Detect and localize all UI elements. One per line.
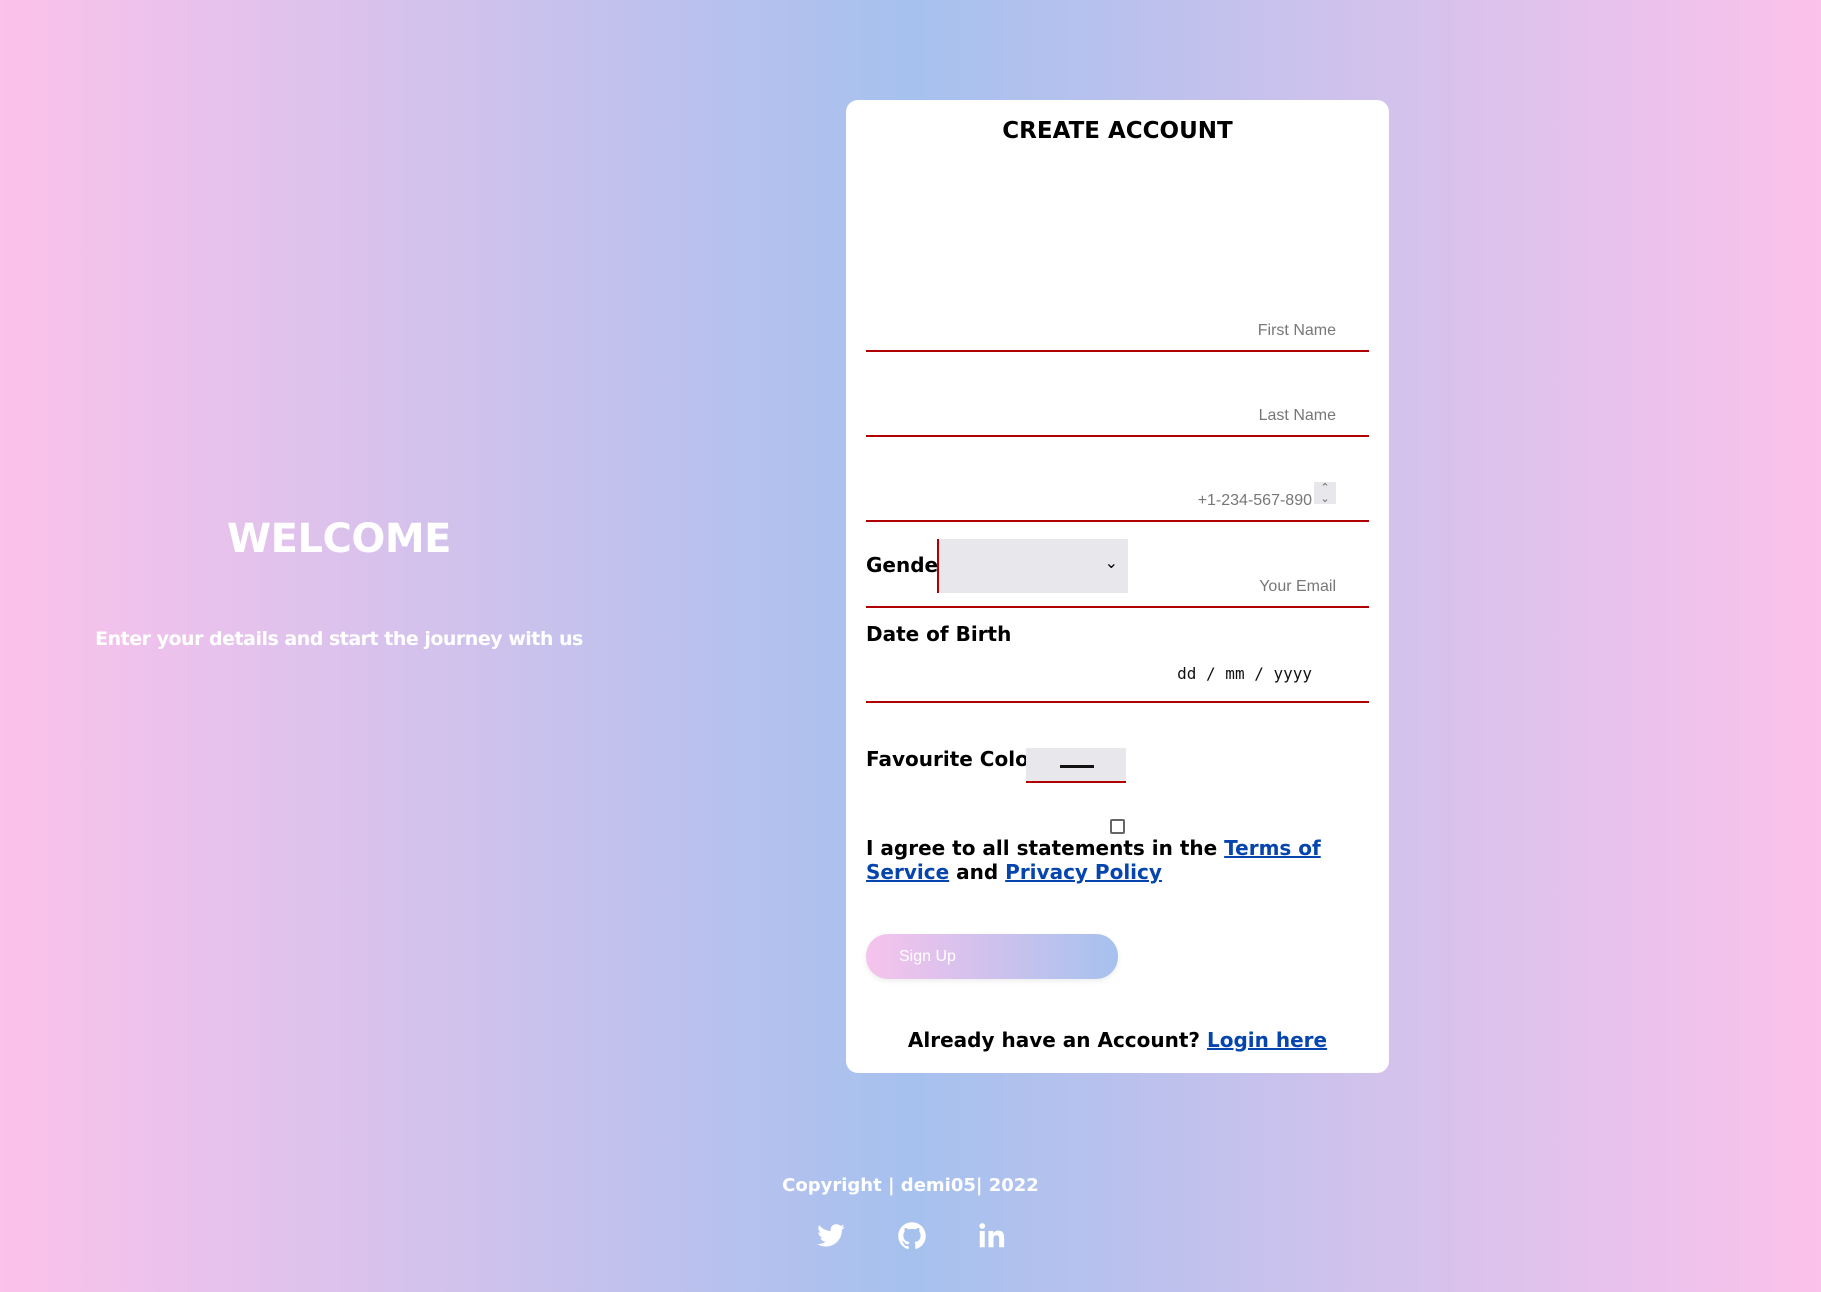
favourite-color-label: Favourite Color: [866, 747, 1039, 771]
login-prompt: Already have an Account? Login here: [846, 1028, 1389, 1052]
gender-label: Gender: [866, 553, 948, 577]
color-swatch-bar: [1060, 765, 1094, 768]
first-name-field: [866, 308, 1369, 352]
copyright: Copyright | demi05| 2022: [782, 1175, 1039, 1196]
last-name-input[interactable]: [916, 407, 1336, 425]
dob-label: Date of Birth: [866, 622, 1012, 646]
last-name-field: [866, 393, 1369, 437]
form-title: CREATE ACCOUNT: [1002, 118, 1233, 144]
dob-input[interactable]: dd / mm / yyyy: [866, 650, 1369, 703]
gender-select[interactable]: ⌄: [937, 539, 1128, 593]
twitter-icon[interactable]: [816, 1221, 846, 1251]
linkedin-icon[interactable]: [976, 1221, 1006, 1251]
github-icon[interactable]: [897, 1221, 927, 1251]
agree-checkbox[interactable]: [1110, 819, 1125, 834]
and-text: and: [956, 860, 999, 884]
phone-stepper[interactable]: ⌃ ⌄: [1314, 482, 1336, 504]
phone-field: ⌃⌄: [866, 478, 1369, 522]
phone-input[interactable]: [932, 492, 1312, 510]
login-prompt-text: Already have an Account?: [907, 1028, 1201, 1052]
agree-text: I agree to all statements in the Terms o…: [866, 836, 1369, 884]
welcome-panel: WELCOME Enter your details and start the…: [0, 0, 678, 1292]
login-link[interactable]: Login here: [1207, 1028, 1327, 1052]
signup-button[interactable]: Sign Up: [866, 934, 1118, 979]
agree-statement: I agree to all statements in the: [866, 836, 1218, 860]
chevron-down-icon: ⌄: [1104, 553, 1118, 572]
welcome-title: WELCOME: [227, 516, 451, 562]
color-picker[interactable]: [1026, 748, 1126, 783]
dob-placeholder: dd / mm / yyyy: [1177, 664, 1312, 683]
welcome-subtitle: Enter your details and start the journey…: [95, 628, 583, 650]
privacy-link[interactable]: Privacy Policy: [1005, 860, 1162, 884]
signup-card: CREATE ACCOUNT ⌃⌄ Gender ⌄ Date of Birth…: [846, 100, 1389, 1073]
first-name-input[interactable]: [916, 322, 1336, 340]
